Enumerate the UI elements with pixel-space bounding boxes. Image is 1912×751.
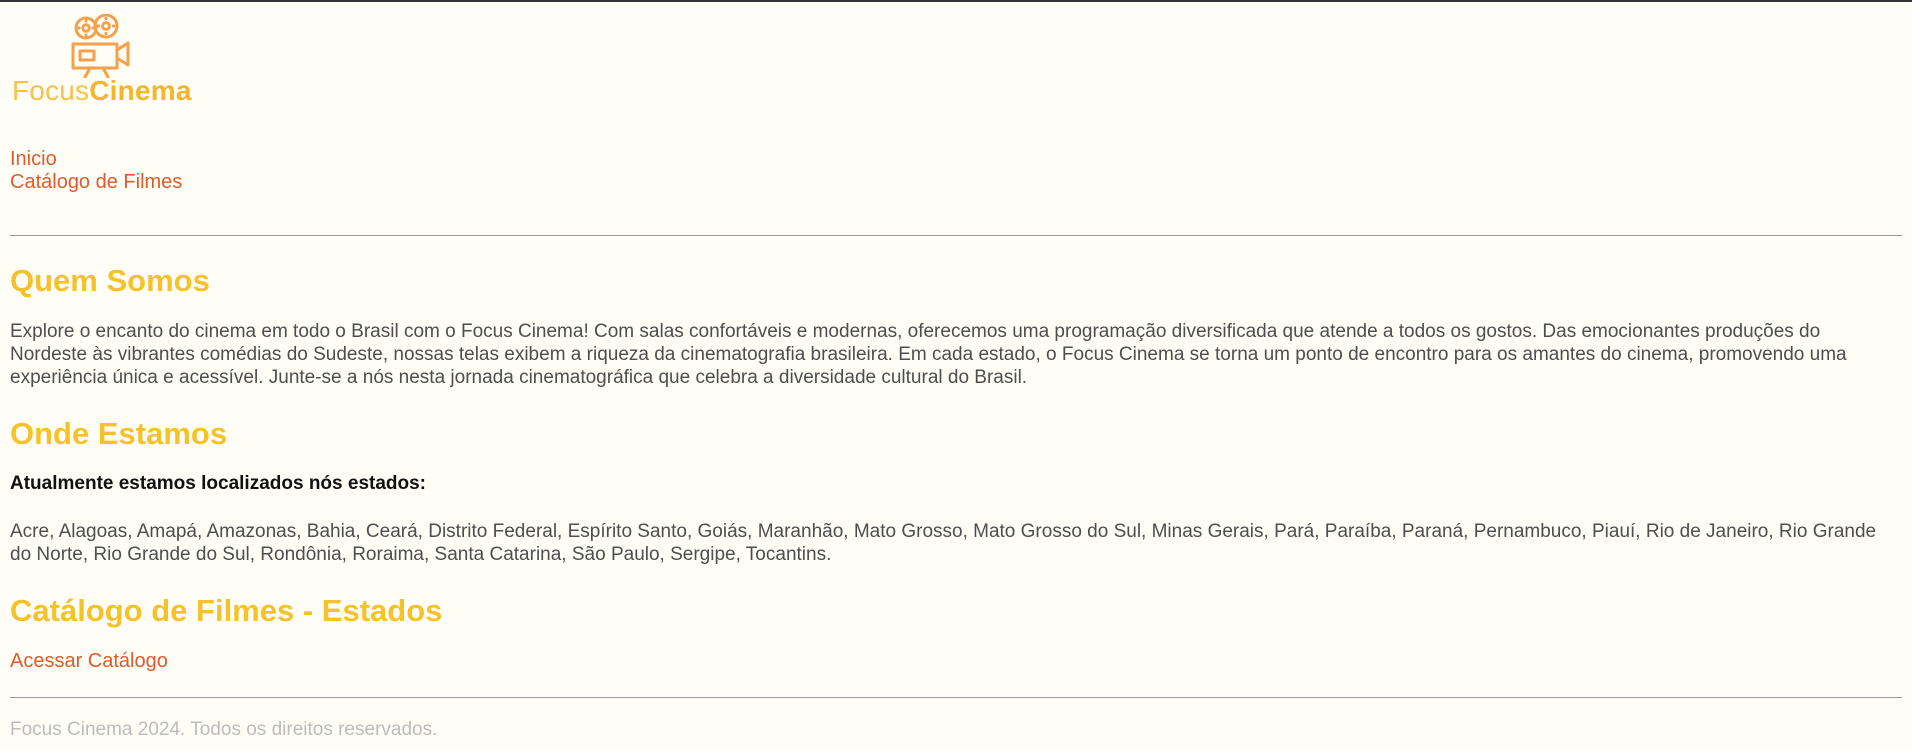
header-divider (10, 235, 1902, 236)
catalog-link-wrap: Acessar Catálogo (10, 650, 1902, 673)
about-section: Quem Somos Explore o encanto do cinema e… (10, 263, 1902, 389)
logo-wordmark-light: Focus (12, 75, 90, 106)
site-logo[interactable]: FocusCinema (10, 14, 200, 106)
logo-wordmark-bold: Cinema (89, 75, 192, 106)
access-catalog-link[interactable]: Acessar Catálogo (10, 650, 168, 672)
main-nav: Inicio Catálogo de Filmes (10, 148, 1902, 194)
film-camera-icon (71, 14, 130, 78)
main-content: Quem Somos Explore o encanto do cinema e… (10, 263, 1902, 673)
catalog-section: Catálogo de Filmes - Estados Acessar Cat… (10, 593, 1902, 673)
nav-link-catalogo[interactable]: Catálogo de Filmes (10, 171, 1902, 194)
catalog-heading: Catálogo de Filmes - Estados (10, 593, 443, 628)
about-text: Explore o encanto do cinema em todo o Br… (10, 321, 1847, 388)
locations-section: Onde Estamos Atualmente estamos localiza… (10, 416, 1902, 566)
site-header: FocusCinema Inicio Catálogo de Filmes (10, 14, 1902, 194)
locations-intro: Atualmente estamos localizados nós estad… (10, 473, 427, 494)
footer-text: Focus Cinema 2024. Todos os direitos res… (10, 719, 438, 740)
page: FocusCinema Inicio Catálogo de Filmes Qu… (0, 14, 1912, 741)
logo-wordmark: FocusCinema (12, 76, 192, 106)
footer-divider (10, 697, 1902, 698)
about-heading: Quem Somos (10, 263, 210, 298)
site-footer: Focus Cinema 2024. Todos os direitos res… (10, 718, 1902, 741)
states-list: Acre, Alagoas, Amapá, Amazonas, Bahia, C… (10, 521, 1877, 565)
locations-heading: Onde Estamos (10, 416, 228, 451)
nav-link-inicio[interactable]: Inicio (10, 148, 1902, 171)
